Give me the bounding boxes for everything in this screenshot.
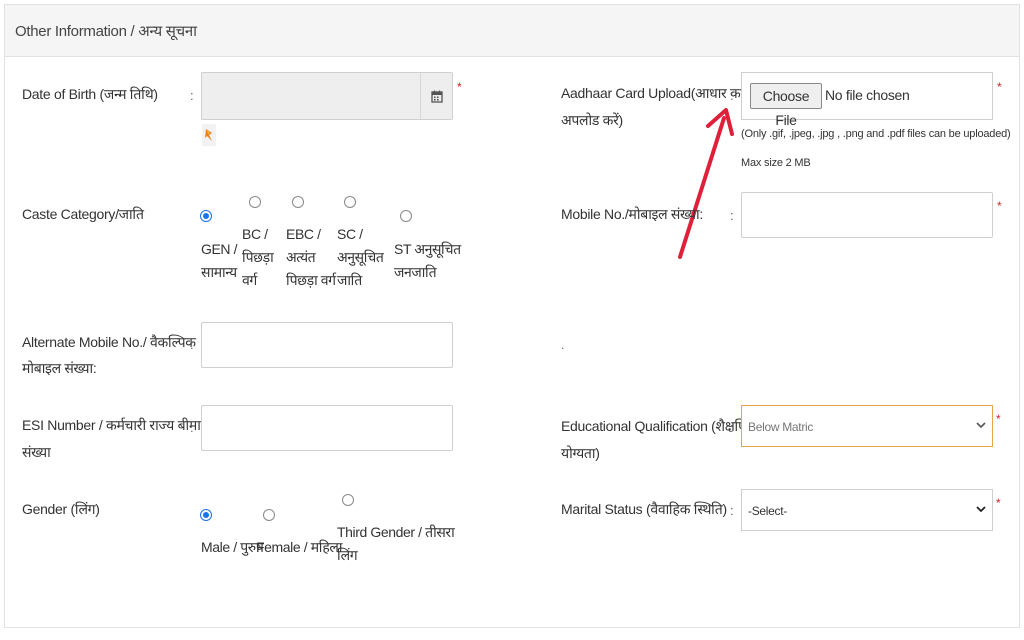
- mobile-label: Mobile No./मोबाइल संख्या:: [561, 206, 703, 222]
- education-label-line1: Educational Qualification (शैक्षणिक: [561, 418, 759, 434]
- aadhaar-required-mark: *: [997, 80, 1002, 94]
- marital-label: Marital Status (वैवाहिक स्थिति): [561, 501, 727, 517]
- esi-label-line1: ESI Number / कर्मचारी राज्य बीमा: [22, 417, 201, 433]
- esi-colon: :: [190, 420, 194, 435]
- dob-required-mark: *: [457, 80, 462, 94]
- gender-option-label-0[interactable]: Male / पुरुष: [201, 536, 264, 559]
- calendar-icon[interactable]: [420, 73, 452, 119]
- caste-option-label-line: सामान्य: [201, 264, 237, 280]
- caste-radio-1[interactable]: [249, 196, 261, 208]
- mobile-colon: :: [730, 208, 734, 223]
- gender-option-label-line: Third Gender / तीसरा: [337, 524, 455, 540]
- caste-option-label-line: पिछड़ा वर्ग: [286, 272, 336, 288]
- gender-option-label-1[interactable]: Female / महिला: [256, 536, 343, 559]
- chevron-down-icon: [976, 504, 986, 516]
- marital-required-mark: *: [996, 496, 1001, 510]
- caste-option-label-4[interactable]: ST अनुसूचित जनजाति: [394, 238, 461, 284]
- caste-radio-4[interactable]: [400, 210, 412, 222]
- file-status-text: No file chosen: [825, 87, 910, 103]
- aadhaar-file-input[interactable]: Choose File No file chosen: [741, 72, 993, 128]
- caste-option-label-0[interactable]: GEN / सामान्य: [201, 238, 238, 284]
- marital-select[interactable]: -Select-: [741, 489, 993, 531]
- education-select-value: Below Matric: [748, 420, 814, 434]
- gender-label: Gender (लिंग): [22, 501, 100, 517]
- chevron-down-icon: [976, 420, 986, 432]
- caste-radio-0[interactable]: [200, 210, 212, 222]
- aadhaar-label-line2: अपलोड करें): [561, 112, 623, 128]
- placeholder-dot: .: [561, 338, 565, 352]
- dob-input[interactable]: [201, 72, 453, 120]
- caste-option-label-line: पिछड़ा: [242, 249, 274, 265]
- gender-option-label-line: लिंग: [337, 547, 358, 563]
- alt-mobile-label-line1: Alternate Mobile No./ वैकल्पिक: [22, 334, 196, 350]
- choose-file-button[interactable]: Choose File: [750, 83, 822, 128]
- alt-mobile-input[interactable]: [201, 322, 453, 368]
- alt-mobile-label-line2: मोबाइल संख्या:: [22, 360, 97, 376]
- caste-option-label-line: BC /: [242, 226, 268, 242]
- mobile-input[interactable]: [741, 192, 993, 238]
- annotation-arrow: [678, 108, 734, 259]
- marital-colon: :: [730, 503, 734, 518]
- mobile-required-mark: *: [997, 199, 1002, 213]
- alt-mobile-colon: :: [190, 337, 194, 352]
- caste-option-label-3[interactable]: SC / अनुसूचित जाति: [337, 223, 384, 292]
- caste-radio-3[interactable]: [344, 196, 356, 208]
- caste-option-label-line: EBC /: [286, 226, 321, 242]
- caste-option-label-line: GEN /: [201, 241, 238, 257]
- gender-option-label-line: Male / पुरुष: [201, 539, 264, 555]
- aadhaar-max-size: Max size 2 MB: [741, 157, 811, 169]
- esi-label-line2: संख्या: [22, 444, 51, 460]
- section-title: Other Information / अन्य सूचना: [15, 23, 197, 40]
- gender-option-label-2[interactable]: Third Gender / तीसरा लिंग: [337, 521, 455, 567]
- caste-option-label-line: अत्यंत: [286, 249, 316, 265]
- caste-option-label-line: SC /: [337, 226, 363, 242]
- gender-radio-2[interactable]: [342, 494, 354, 506]
- gender-radio-0[interactable]: [200, 509, 212, 521]
- autofill-extension-icon[interactable]: [202, 124, 216, 146]
- education-label-line2: योग्यता): [561, 445, 600, 461]
- panel-header: Other Information / अन्य सूचना: [5, 5, 1019, 57]
- marital-select-value: -Select-: [748, 504, 787, 518]
- aadhaar-file-hint: (Only .gif, .jpeg, .jpg , .png and .pdf …: [741, 128, 1011, 140]
- gender-radio-1[interactable]: [263, 509, 275, 521]
- esi-input[interactable]: [201, 405, 453, 451]
- caste-option-label-line: ST अनुसूचित: [394, 241, 461, 257]
- dob-colon: :: [190, 88, 194, 103]
- dob-label: Date of Birth (जन्म तिथि): [22, 86, 158, 102]
- caste-option-label-line: अनुसूचित: [337, 249, 384, 265]
- education-colon: :: [730, 420, 734, 435]
- caste-option-label-line: जाति: [337, 272, 362, 288]
- caste-option-label-2[interactable]: EBC / अत्यंत पिछड़ा वर्ग: [286, 223, 336, 292]
- caste-option-label-line: जनजाति: [394, 264, 437, 280]
- caste-option-label-1[interactable]: BC / पिछड़ा वर्ग: [242, 223, 274, 292]
- caste-radio-2[interactable]: [292, 196, 304, 208]
- caste-label: Caste Category/जाति: [22, 206, 144, 222]
- caste-option-label-line: वर्ग: [242, 272, 257, 288]
- education-required-mark: *: [996, 412, 1001, 426]
- gender-option-label-line: Female / महिला: [256, 539, 343, 555]
- education-select[interactable]: Below Matric: [741, 405, 993, 447]
